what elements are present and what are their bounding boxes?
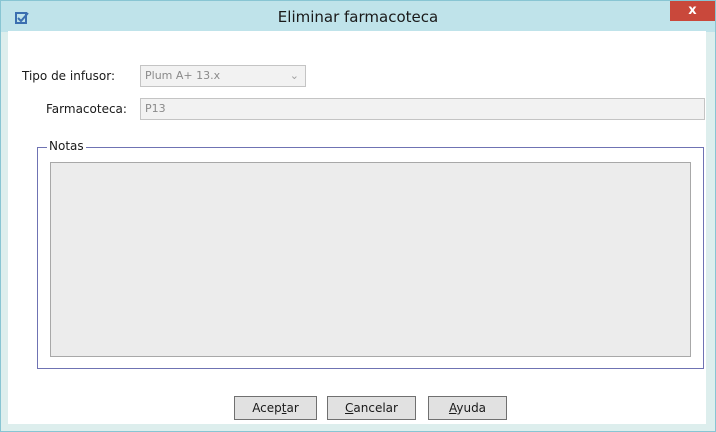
cancel-button[interactable]: Cancelar (327, 396, 416, 420)
close-button[interactable]: x (670, 1, 715, 21)
infuser-type-select[interactable]: Plum A+ 13.x ⌄ (140, 65, 306, 87)
infuser-type-value: Plum A+ 13.x (145, 69, 221, 82)
title-bar[interactable]: Eliminar farmacoteca x (1, 1, 715, 32)
chevron-down-icon: ⌄ (289, 69, 299, 82)
infuser-type-label: Tipo de infusor: (22, 69, 116, 83)
help-label-post: yuda (456, 401, 487, 415)
notes-textarea[interactable] (50, 162, 691, 357)
library-label: Farmacoteca: (46, 102, 127, 116)
accept-label-pre: Acep (252, 401, 282, 415)
accept-label-post: ar (286, 401, 299, 415)
window-title: Eliminar farmacoteca (277, 8, 439, 26)
library-field[interactable]: P13 (140, 98, 705, 120)
accept-button[interactable]: Aceptar (234, 396, 317, 420)
help-button[interactable]: Ayuda (428, 396, 507, 420)
notes-legend: Notas (47, 139, 86, 153)
cancel-label-post: ancelar (353, 401, 398, 415)
